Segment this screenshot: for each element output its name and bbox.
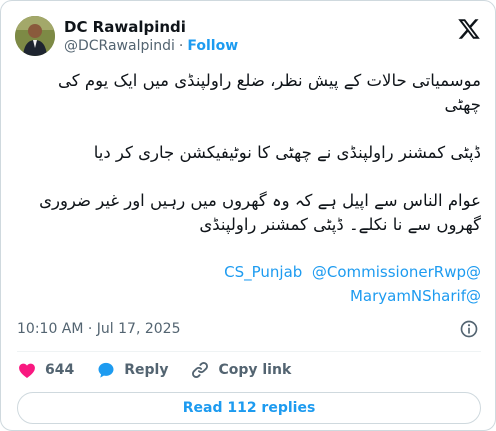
tweet-line-3: عوام الناس سے اپیل ہے کہ وہ گھروں میں رہ…	[39, 191, 481, 234]
link-icon	[192, 362, 209, 378]
tweet-header: DC Rawalpindi @DCRawalpindi · Follow	[15, 12, 483, 60]
reply-label: Reply	[124, 362, 169, 378]
avatar[interactable]	[15, 16, 55, 56]
info-icon[interactable]	[459, 319, 479, 339]
handle-row: @DCRawalpindi · Follow	[64, 37, 238, 56]
read-replies-button[interactable]: Read 112 replies	[17, 392, 481, 424]
meta-row: 10:10 AM · Jul 17, 2025	[17, 319, 481, 339]
tweet-text: موسمیاتی حالات کے پیش نظر، ضلع راولپنڈی …	[17, 69, 481, 308]
mention-maryam-nsharif[interactable]: @MaryamNSharif	[350, 287, 481, 305]
reply-button[interactable]: Reply	[96, 360, 168, 380]
divider	[17, 351, 481, 352]
tweet-card: DC Rawalpindi @DCRawalpindi · Follow موس…	[0, 0, 496, 431]
action-bar: 644 Reply Copy link	[17, 356, 313, 384]
follow-button[interactable]: Follow	[187, 37, 238, 56]
tweet-line-2: ڈپٹی کمشنر راولپنڈی نے چھٹی کا نوٹیفیکشن…	[93, 143, 481, 162]
copy-link-button[interactable]: Copy link	[190, 360, 291, 380]
author-handle[interactable]: @DCRawalpindi	[64, 37, 175, 56]
like-button[interactable]: 644	[17, 360, 74, 380]
heart-icon	[19, 363, 35, 378]
mentions: @CS_Punjab @CommissionerRwp @MaryamNShar…	[17, 260, 481, 308]
author-name[interactable]: DC Rawalpindi	[64, 17, 238, 37]
author-identity: DC Rawalpindi @DCRawalpindi · Follow	[64, 17, 238, 56]
copy-link-label: Copy link	[218, 362, 292, 378]
timestamp[interactable]: 10:10 AM · Jul 17, 2025	[17, 321, 181, 337]
x-logo-icon[interactable]	[457, 17, 481, 41]
like-count: 644	[45, 362, 75, 378]
reply-bubble-icon	[98, 362, 114, 378]
tweet-line-1: موسمیاتی حالات کے پیش نظر، ضلع راولپنڈی …	[58, 71, 481, 114]
mention-commissioner-rwp[interactable]: @CommissionerRwp	[312, 263, 466, 281]
separator-dot: ·	[178, 37, 184, 54]
